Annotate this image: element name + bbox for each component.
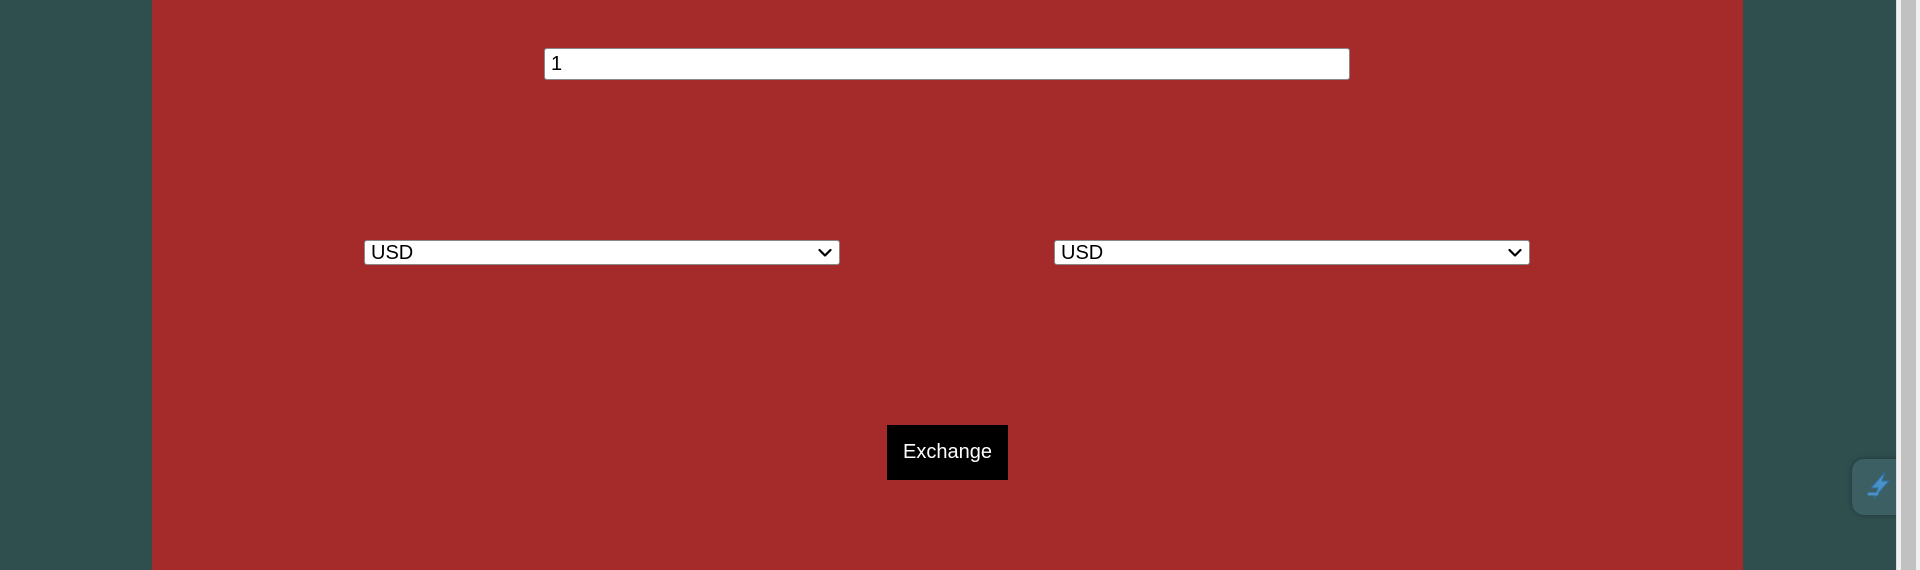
lightning-icon [1863,468,1897,507]
from-currency-select[interactable]: USD [364,240,840,265]
amount-input[interactable] [544,48,1350,80]
to-currency-select[interactable]: USD [1054,240,1530,265]
scrollbar-thumb[interactable] [1901,0,1916,570]
converter-panel [152,0,1743,570]
to-currency-value: USD [1061,241,1104,264]
chevron-down-icon [817,245,833,261]
vertical-scrollbar[interactable] [1896,0,1920,570]
page: USD USD Exchange [0,0,1920,570]
exchange-button[interactable]: Exchange [887,425,1008,480]
chevron-down-icon [1507,245,1523,261]
from-currency-value: USD [371,241,414,264]
